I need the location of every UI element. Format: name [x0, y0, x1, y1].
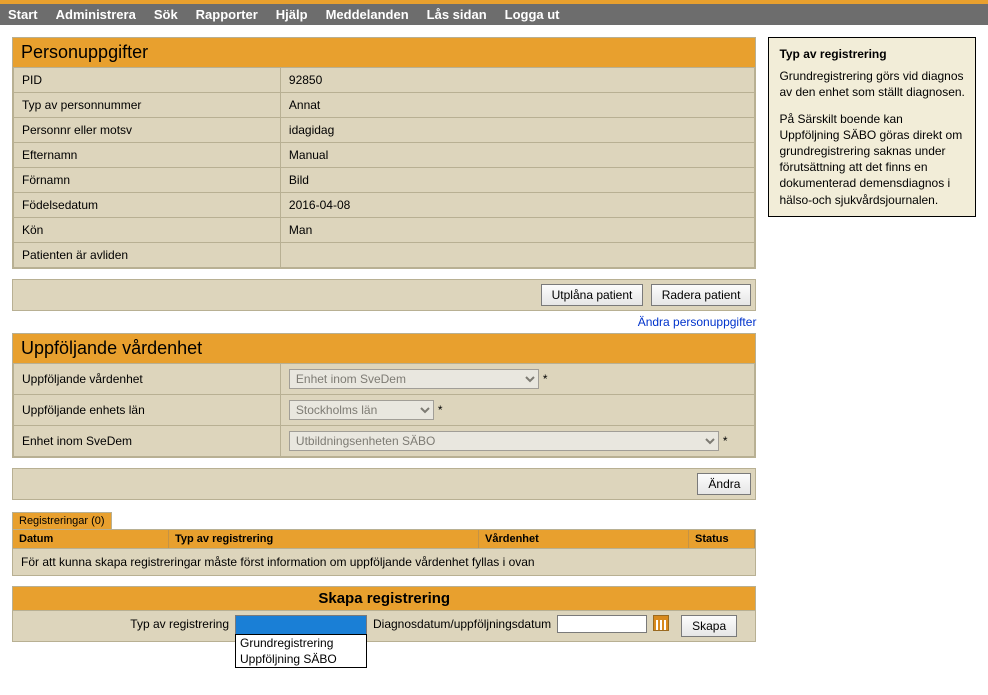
- help-panel: Typ av registrering Grundregistrering gö…: [768, 37, 976, 217]
- menu-rapporter[interactable]: Rapporter: [196, 7, 258, 22]
- follow-block: Uppföljande vårdenhet Uppföljande vården…: [12, 333, 756, 458]
- follow-buttons: Ändra: [12, 468, 756, 500]
- main-menu: Start Administrera Sök Rapporter Hjälp M…: [0, 4, 988, 25]
- create-header: Skapa registrering: [12, 586, 756, 611]
- col-datum: Datum: [13, 530, 169, 548]
- person-key: Personnr eller motsv: [14, 118, 281, 143]
- person-val: 2016-04-08: [280, 193, 755, 218]
- person-key: Födelsedatum: [14, 193, 281, 218]
- follow-key: Enhet inom SveDem: [14, 426, 281, 457]
- create-type-label: Typ av registrering: [21, 615, 229, 631]
- registrations-tab[interactable]: Registreringar (0): [12, 512, 112, 529]
- person-key: Efternamn: [14, 143, 281, 168]
- create-row: Typ av registrering Grundregistrering Up…: [12, 611, 756, 642]
- create-date-label: Diagnosdatum/uppföljningsdatum: [373, 615, 551, 631]
- edit-person-link[interactable]: Ändra personuppgifter: [638, 315, 757, 329]
- help-title: Typ av registrering: [779, 46, 965, 62]
- follow-key: Uppföljande vårdenhet: [14, 364, 281, 395]
- follow-table: Uppföljande vårdenhet Enhet inom SveDem *…: [13, 363, 755, 457]
- follow-val: Stockholms län *: [280, 395, 755, 426]
- reg-type-option[interactable]: Grundregistrering: [236, 635, 366, 651]
- person-block: Personuppgifter PID92850 Typ av personnu…: [12, 37, 756, 269]
- create-button[interactable]: Skapa: [681, 615, 737, 637]
- follow-unit-select[interactable]: Enhet inom SveDem: [289, 369, 539, 389]
- menu-administrera[interactable]: Administrera: [56, 7, 136, 22]
- person-val: 92850: [280, 68, 755, 93]
- registrations-info: För att kunna skapa registreringar måste…: [12, 549, 756, 576]
- follow-header: Uppföljande vårdenhet: [13, 334, 755, 363]
- person-val: [280, 243, 755, 268]
- person-val: Bild: [280, 168, 755, 193]
- calendar-icon[interactable]: [653, 615, 669, 631]
- menu-hjalp[interactable]: Hjälp: [276, 7, 308, 22]
- person-key: PID: [14, 68, 281, 93]
- required-star: *: [543, 372, 548, 386]
- follow-lan-select[interactable]: Stockholms län: [289, 400, 434, 420]
- person-key: Förnamn: [14, 168, 281, 193]
- person-val: Man: [280, 218, 755, 243]
- help-text: På Särskilt boende kan Uppföljning SÄBO …: [779, 111, 965, 208]
- follow-val: Utbildningsenheten SÄBO *: [280, 426, 755, 457]
- diagnos-date-input[interactable]: [557, 615, 647, 633]
- person-buttons: Utplåna patient Radera patient: [12, 279, 756, 311]
- follow-svedem-select[interactable]: Utbildningsenheten SÄBO: [289, 431, 719, 451]
- follow-key: Uppföljande enhets län: [14, 395, 281, 426]
- reg-type-dropdown: Grundregistrering Uppföljning SÄBO: [235, 634, 367, 668]
- person-val: Manual: [280, 143, 755, 168]
- required-star: *: [438, 403, 443, 417]
- person-header: Personuppgifter: [13, 38, 755, 67]
- person-table: PID92850 Typ av personnummerAnnat Person…: [13, 67, 755, 268]
- col-status: Status: [689, 530, 755, 548]
- reg-type-option[interactable]: Uppföljning SÄBO: [236, 651, 366, 667]
- reg-type-select[interactable]: [235, 615, 367, 635]
- menu-meddelanden[interactable]: Meddelanden: [326, 7, 409, 22]
- registrations-head: Datum Typ av registrering Vårdenhet Stat…: [12, 529, 756, 549]
- person-key: Kön: [14, 218, 281, 243]
- menu-sok[interactable]: Sök: [154, 7, 178, 22]
- help-text: Grundregistrering görs vid diagnos av de…: [779, 68, 965, 100]
- delete-patient-button[interactable]: Radera patient: [651, 284, 752, 306]
- menu-logga-ut[interactable]: Logga ut: [505, 7, 560, 22]
- menu-start[interactable]: Start: [8, 7, 38, 22]
- person-key: Patienten är avliden: [14, 243, 281, 268]
- follow-val: Enhet inom SveDem *: [280, 364, 755, 395]
- col-vardenhet: Vårdenhet: [479, 530, 689, 548]
- change-button[interactable]: Ändra: [697, 473, 751, 495]
- person-key: Typ av personnummer: [14, 93, 281, 118]
- required-star: *: [723, 434, 728, 448]
- menu-las-sidan[interactable]: Lås sidan: [427, 7, 487, 22]
- person-val: idagidag: [280, 118, 755, 143]
- wipe-patient-button[interactable]: Utplåna patient: [541, 284, 644, 306]
- person-val: Annat: [280, 93, 755, 118]
- col-typ: Typ av registrering: [169, 530, 479, 548]
